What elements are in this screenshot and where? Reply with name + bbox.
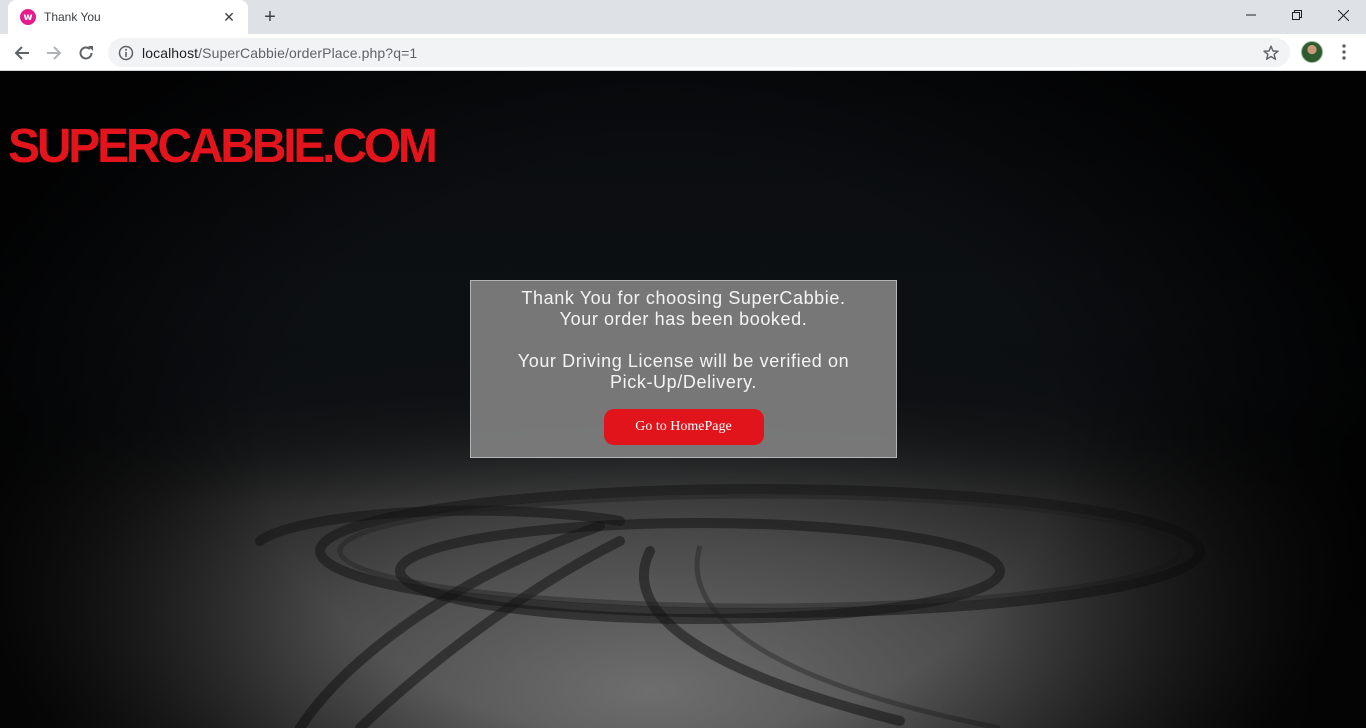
go-to-homepage-button[interactable]: Go to HomePage <box>603 409 764 445</box>
back-arrow-icon[interactable] <box>8 39 36 67</box>
browser-toolbar: localhost/SuperCabbie/orderPlace.php?q=1 <box>0 34 1366 71</box>
site-favicon-icon: w <box>20 9 36 25</box>
close-icon[interactable] <box>1320 0 1366 30</box>
reload-icon[interactable] <box>72 39 100 67</box>
restore-icon[interactable] <box>1274 0 1320 30</box>
avatar[interactable] <box>1301 41 1323 63</box>
license-verify-line: Your Driving License will be verified on <box>517 351 850 371</box>
site-logo[interactable]: SUPERCABBIE.COM <box>8 123 438 171</box>
url-text: localhost/SuperCabbie/orderPlace.php?q=1 <box>142 45 417 61</box>
window-controls <box>1228 0 1366 30</box>
tab-strip: w Thank You ✕ + <box>0 0 1366 34</box>
url-path: /SuperCabbie/orderPlace.php?q=1 <box>198 44 418 61</box>
pickup-delivery-line: Pick-Up/Delivery. <box>610 372 757 392</box>
info-icon[interactable] <box>118 45 134 61</box>
kebab-menu-icon[interactable] <box>1334 41 1354 63</box>
browser-tab[interactable]: w Thank You ✕ <box>8 0 248 34</box>
new-tab-button[interactable]: + <box>258 5 282 29</box>
url-host: localhost <box>142 44 199 61</box>
order-booked-line: Your order has been booked. <box>559 309 808 329</box>
page-background: SUPERCABBIE.COM Thank You for choosing S… <box>0 71 1366 728</box>
minimize-icon[interactable] <box>1228 0 1274 30</box>
tab-title: Thank You <box>44 10 101 24</box>
confirmation-card: Thank You for choosing SuperCabbie. Your… <box>470 280 897 458</box>
thank-you-line: Thank You for choosing SuperCabbie. <box>521 288 846 308</box>
forward-arrow-icon[interactable] <box>40 39 68 67</box>
address-bar[interactable]: localhost/SuperCabbie/orderPlace.php?q=1 <box>108 38 1290 67</box>
star-icon[interactable] <box>1262 44 1280 62</box>
tab-close-icon[interactable]: ✕ <box>220 8 238 26</box>
